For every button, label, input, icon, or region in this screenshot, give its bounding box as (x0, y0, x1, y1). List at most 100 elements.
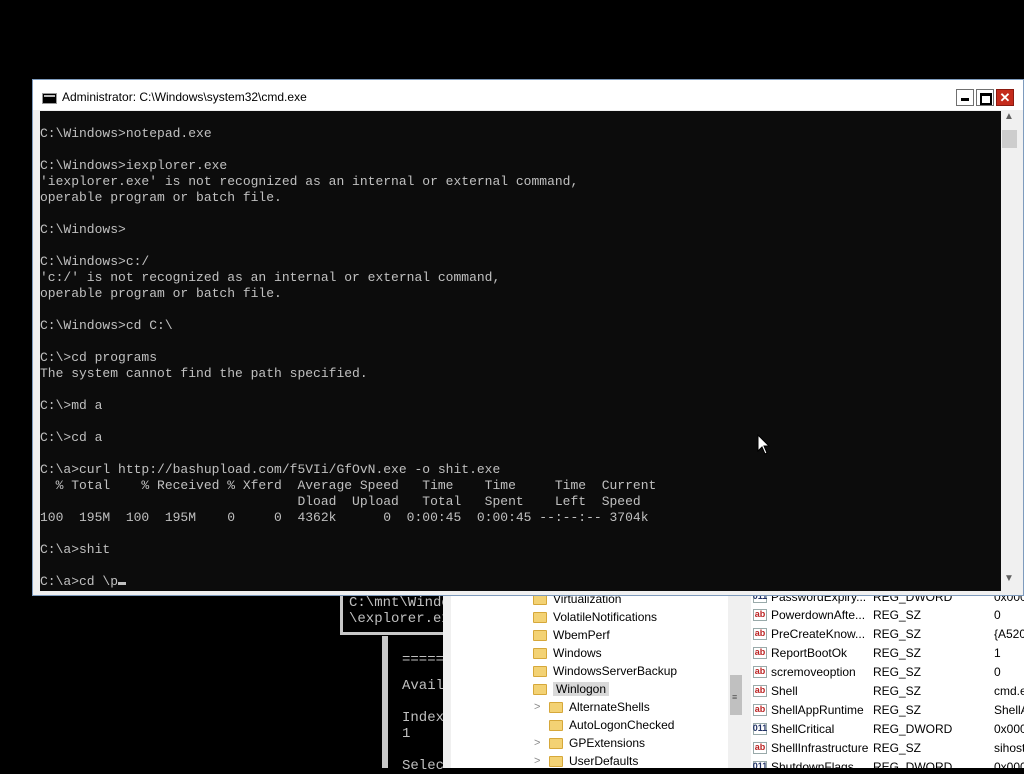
tree-item[interactable]: WindowsServerBackup (533, 662, 677, 680)
registry-tree[interactable]: Virtualization VolatileNotifications Wbe… (528, 592, 728, 770)
reg-string-icon: ab (753, 703, 767, 716)
scroll-up-arrow-icon[interactable]: ▲ (1004, 111, 1014, 122)
value-data: {A520 (994, 626, 1024, 641)
scroll-down-arrow-icon[interactable]: ▼ (1004, 573, 1014, 584)
value-row[interactable]: ab scremoveoption REG_SZ 0 (751, 662, 1024, 681)
console-line: C:\Windows>c:/ (40, 254, 150, 269)
folder-icon (533, 611, 547, 623)
folder-icon (533, 647, 547, 659)
value-type: REG_SZ (873, 683, 922, 698)
console-line: C:\>cd a (40, 430, 103, 445)
console-line: C:\Windows>notepad.exe (40, 126, 212, 141)
tree-item-label: AlternateShells (569, 700, 650, 714)
folder-icon (549, 737, 563, 749)
folder-icon (549, 701, 563, 713)
tree-item-label: WindowsServerBackup (553, 664, 678, 678)
console-line: C:\a>shit (40, 542, 111, 557)
value-name: PreCreateKnow... (771, 626, 866, 641)
tree-scrollbar[interactable]: ≡ (728, 595, 745, 768)
value-name: scremoveoption (771, 664, 856, 679)
value-row[interactable]: ab Shell REG_SZ cmd.e (751, 681, 1024, 700)
command-prompt-window[interactable]: Administrator: C:\Windows\system32\cmd.e… (32, 79, 1024, 596)
value-name: PasswordExpiry... (771, 595, 867, 604)
value-row[interactable]: ab PreCreateKnow... REG_SZ {A520 (751, 624, 1024, 643)
console-line: C:\a>curl http://bashupload.com/f5VIi/Gf… (40, 462, 501, 477)
value-name: ShellCritical (771, 721, 835, 736)
value-data: 0 (994, 664, 1001, 679)
value-name: ShellAppRuntime (771, 702, 864, 717)
maximize-button[interactable] (976, 89, 994, 106)
registry-values-list[interactable]: 011 PasswordExpiry... REG_DWORD 0x000 ab Pow… (751, 595, 1024, 768)
console-line: 'iexplorer.exe' is not recognized as an … (40, 174, 579, 189)
text-cursor (118, 582, 127, 585)
chevron-right-icon[interactable]: > (534, 755, 540, 767)
console-line: C:\Windows> (40, 222, 126, 237)
grip-icon: ≡ (732, 692, 738, 702)
value-type: REG_DWORD (873, 595, 953, 604)
tree-item[interactable]: Windows (533, 644, 602, 662)
value-row[interactable]: ab ShellAppRuntime REG_SZ ShellA (751, 700, 1024, 719)
console-output[interactable]: C:\Windows>notepad.exe C:\Windows>iexplor… (40, 111, 1001, 591)
tree-item[interactable]: VolatileNotifications (533, 608, 657, 626)
value-type: REG_DWORD (873, 759, 953, 769)
mouse-pointer-icon (757, 434, 771, 455)
value-data: ShellA (994, 702, 1024, 717)
value-name: ReportBootOk (771, 645, 848, 660)
console-scrollbar[interactable]: ▲ ▼ (1001, 111, 1018, 591)
background-console-window-2[interactable]: ===== Avail Index 1 Selec (382, 636, 452, 774)
scrollbar-thumb[interactable] (1002, 130, 1017, 148)
background-console-line: 1 (402, 726, 411, 742)
value-type: REG_SZ (873, 740, 922, 755)
value-name: ShellInfrastructure (771, 740, 869, 755)
tree-item[interactable]: WbemPerf (533, 626, 610, 644)
console-line: % Total % Received % Xferd Average Speed… (40, 478, 657, 493)
tree-item[interactable]: AutoLogonChecked (549, 716, 674, 734)
chevron-right-icon[interactable]: > (534, 737, 540, 749)
value-data: sihost (994, 740, 1024, 755)
window-title: Administrator: C:\Windows\system32\cmd.e… (62, 90, 307, 104)
console-prompt-line[interactable]: C:\a>cd \p (40, 574, 127, 590)
folder-open-icon (533, 683, 547, 695)
reg-dword-icon: 011 (752, 722, 768, 735)
value-row[interactable]: 011 ShutdownFlags REG_DWORD 0x000 (751, 757, 1024, 768)
value-type: REG_SZ (873, 645, 922, 660)
folder-icon (533, 665, 547, 677)
value-type: REG_SZ (873, 664, 922, 679)
minimize-button[interactable] (956, 89, 974, 106)
value-type: REG_SZ (873, 607, 922, 622)
console-line: Dload Upload Total Spent Left Speed (40, 494, 641, 509)
background-console-line: Index (402, 710, 445, 726)
reg-string-icon: ab (753, 646, 767, 659)
tree-item[interactable]: AlternateShells (549, 698, 650, 716)
registry-editor-window[interactable]: Virtualization VolatileNotifications Wbe… (443, 592, 1024, 770)
console-line: The system cannot find the path specifie… (40, 366, 368, 381)
tree-item[interactable]: GPExtensions (549, 734, 645, 752)
reg-string-icon: ab (753, 684, 767, 697)
value-name: Shell (771, 683, 798, 698)
value-row[interactable]: ab ReportBootOk REG_SZ 1 (751, 643, 1024, 662)
tree-item[interactable]: UserDefaults (549, 752, 638, 770)
console-line: 'c:/' is not recognized as an internal o… (40, 270, 501, 285)
value-data: 1 (994, 645, 1001, 660)
console-line: C:\Windows>iexplorer.exe (40, 158, 228, 173)
value-type: REG_DWORD (873, 721, 953, 736)
value-row[interactable]: ab ShellInfrastructure REG_SZ sihost (751, 738, 1024, 757)
background-console-window[interactable]: C:\mnt\Windo \explorer.exe (340, 595, 458, 635)
console-line: C:\>md a (40, 398, 103, 413)
window-titlebar[interactable]: Administrator: C:\Windows\system32\cmd.e… (33, 80, 1023, 110)
tree-item-label: UserDefaults (569, 754, 639, 768)
background-console-line: ===== (402, 652, 445, 668)
reg-dword-icon: 011 (753, 760, 767, 768)
reg-dword-icon: 011 (753, 595, 767, 603)
value-row[interactable]: 011 ShellCritical REG_DWORD 0x000 (751, 719, 1024, 738)
value-row[interactable]: ab PowerdownAfte... REG_SZ 0 (751, 605, 1024, 624)
registry-tree-left-pane (443, 595, 529, 768)
folder-icon (549, 719, 563, 731)
reg-string-icon: ab (753, 741, 767, 754)
tree-item-selected[interactable]: Winlogon (533, 680, 610, 698)
close-button[interactable]: ✕ (996, 89, 1014, 106)
console-icon (42, 93, 57, 104)
tree-item-label: AutoLogonChecked (569, 718, 675, 732)
chevron-right-icon[interactable]: > (534, 701, 540, 713)
background-console-line: Selec (402, 758, 445, 774)
